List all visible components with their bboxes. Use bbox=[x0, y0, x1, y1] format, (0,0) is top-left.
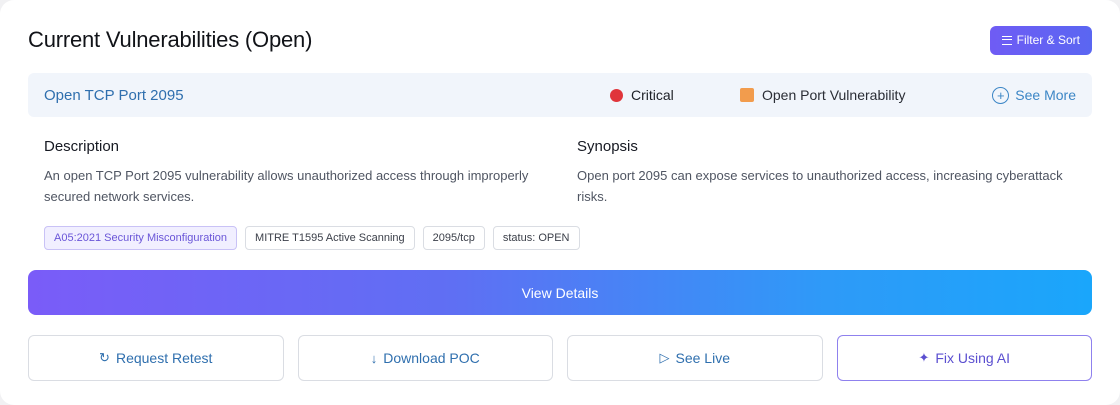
tag-mitre: MITRE T1595 Active Scanning bbox=[245, 226, 415, 250]
tag-port: 2095/tcp bbox=[422, 226, 485, 250]
see-more-label: See More bbox=[1015, 87, 1076, 103]
card-header: Current Vulnerabilities (Open) Filter & … bbox=[28, 22, 1092, 58]
severity-indicator: Critical bbox=[610, 87, 674, 103]
category-label: Open Port Vulnerability bbox=[762, 87, 906, 103]
request-retest-button[interactable]: ↻ Request Retest bbox=[28, 335, 284, 381]
filter-sort-button[interactable]: Filter & Sort bbox=[989, 25, 1092, 55]
download-poc-label: Download POC bbox=[383, 350, 480, 366]
plus-circle-icon: + bbox=[992, 86, 1010, 104]
sparkle-icon: ✦ bbox=[918, 350, 930, 365]
see-more-button[interactable]: + See More bbox=[992, 86, 1076, 104]
description-heading: Description bbox=[44, 138, 120, 155]
view-details-button[interactable]: View Details bbox=[28, 270, 1092, 315]
category-indicator: Open Port Vulnerability bbox=[740, 87, 905, 103]
severity-dot-icon bbox=[610, 88, 623, 102]
vulnerabilities-card: Current Vulnerabilities (Open) Filter & … bbox=[0, 0, 1120, 405]
filter-sort-label: Filter & Sort bbox=[1016, 33, 1080, 47]
vulnerability-title[interactable]: Open TCP Port 2095 bbox=[44, 87, 184, 104]
fix-using-ai-label: Fix Using AI bbox=[935, 350, 1011, 366]
see-live-button[interactable]: ▷ See Live bbox=[567, 335, 823, 381]
description-section: Description An open TCP Port 2095 vulner… bbox=[44, 138, 544, 207]
category-square-icon bbox=[740, 88, 754, 102]
retry-icon: ↻ bbox=[99, 350, 110, 365]
synopsis-text: Open port 2095 can expose services to un… bbox=[577, 168, 1063, 204]
page-title: Current Vulnerabilities (Open) bbox=[28, 27, 313, 52]
tag-list: A05:2021 Security Misconfiguration MITRE… bbox=[44, 226, 580, 250]
download-arrow-icon: ↓ bbox=[370, 350, 378, 366]
severity-label: Critical bbox=[631, 87, 674, 103]
filter-list-icon bbox=[1001, 35, 1012, 45]
request-retest-label: Request Retest bbox=[115, 350, 213, 366]
tag-owasp: A05:2021 Security Misconfiguration bbox=[44, 226, 238, 250]
synopsis-section: Synopsis Open port 2095 can expose servi… bbox=[577, 138, 1077, 207]
fix-using-ai-button[interactable]: ✦ Fix Using AI bbox=[836, 335, 1092, 381]
download-poc-button[interactable]: ↓ Download POC bbox=[297, 335, 553, 381]
synopsis-heading: Synopsis bbox=[577, 138, 638, 155]
play-icon: ▷ bbox=[659, 350, 670, 365]
see-live-label: See Live bbox=[675, 350, 730, 366]
vulnerability-summary-bar[interactable]: Open TCP Port 2095 Critical Open Port Vu… bbox=[28, 73, 1092, 117]
action-buttons: ↻ Request Retest ↓ Download POC ▷ See Li… bbox=[28, 335, 1092, 381]
description-text: An open TCP Port 2095 vulnerability allo… bbox=[44, 168, 529, 204]
tag-status: status: OPEN bbox=[492, 226, 580, 250]
